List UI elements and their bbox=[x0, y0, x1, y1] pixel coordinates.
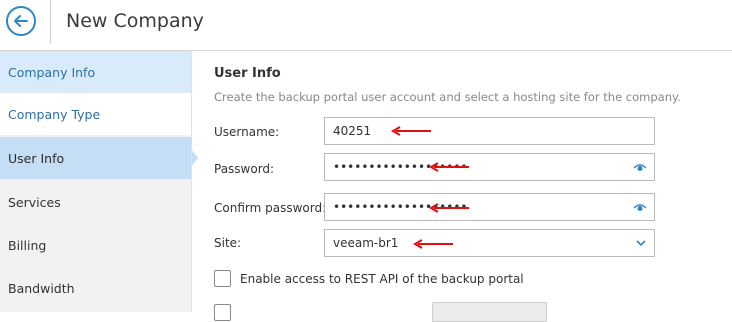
annotation-arrow-icon bbox=[390, 126, 431, 136]
sidebar-item-label: Company Type bbox=[8, 106, 101, 122]
sidebar-item-company-type[interactable]: Company Type bbox=[0, 93, 191, 135]
date-field[interactable] bbox=[432, 302, 547, 322]
sidebar-item-label: Services bbox=[8, 194, 61, 210]
chevron-down-icon bbox=[636, 240, 646, 247]
annotation-arrow-icon bbox=[412, 239, 453, 249]
header: New Company bbox=[0, 0, 732, 51]
site-select[interactable]: veeam-br1 bbox=[324, 229, 655, 257]
annotation-arrow-icon bbox=[428, 203, 469, 213]
annotation-arrow-icon bbox=[428, 162, 469, 172]
page-title: New Company bbox=[66, 10, 204, 32]
username-field[interactable]: 40251 bbox=[324, 117, 655, 145]
rest-api-label: Enable access to REST API of the backup … bbox=[240, 272, 524, 286]
sidebar-item-label: Bandwidth bbox=[8, 280, 75, 296]
password-field[interactable]: ••••••••••••••••••• bbox=[324, 153, 655, 181]
active-step-pointer bbox=[191, 149, 198, 167]
disable-account-checkbox[interactable] bbox=[214, 304, 231, 321]
sidebar-item-label: Billing bbox=[8, 237, 47, 253]
username-label: Username: bbox=[214, 125, 280, 139]
show-password-eye-icon[interactable] bbox=[633, 162, 647, 172]
confirm-password-label: Confirm password: bbox=[214, 201, 327, 215]
back-button[interactable] bbox=[6, 6, 36, 36]
section-description: Create the backup portal user account an… bbox=[214, 90, 681, 104]
confirm-password-field[interactable]: ••••••••••••••••••• bbox=[324, 193, 655, 221]
show-password-eye-icon[interactable] bbox=[633, 202, 647, 212]
sidebar-item-label: User Info bbox=[8, 150, 65, 166]
sidebar-item-billing[interactable]: Billing bbox=[0, 224, 191, 266]
wizard-sidebar: Company Info Company Type User Info Serv… bbox=[0, 51, 198, 312]
section-title: User Info bbox=[214, 66, 281, 81]
rest-api-checkbox[interactable] bbox=[214, 270, 231, 287]
sidebar-item-bandwidth[interactable]: Bandwidth bbox=[0, 267, 191, 309]
arrow-left-icon bbox=[14, 15, 28, 27]
header-divider bbox=[50, 0, 51, 44]
username-value: 40251 bbox=[333, 124, 372, 138]
sidebar-divider bbox=[191, 51, 192, 312]
site-label: Site: bbox=[214, 236, 242, 250]
sidebar-item-company-info[interactable]: Company Info bbox=[0, 51, 191, 93]
sidebar-item-user-info[interactable]: User Info bbox=[0, 137, 198, 179]
site-value: veeam-br1 bbox=[333, 236, 399, 250]
password-label: Password: bbox=[214, 162, 275, 176]
sidebar-item-services[interactable]: Services bbox=[0, 181, 191, 223]
sidebar-item-label: Company Info bbox=[8, 64, 96, 80]
